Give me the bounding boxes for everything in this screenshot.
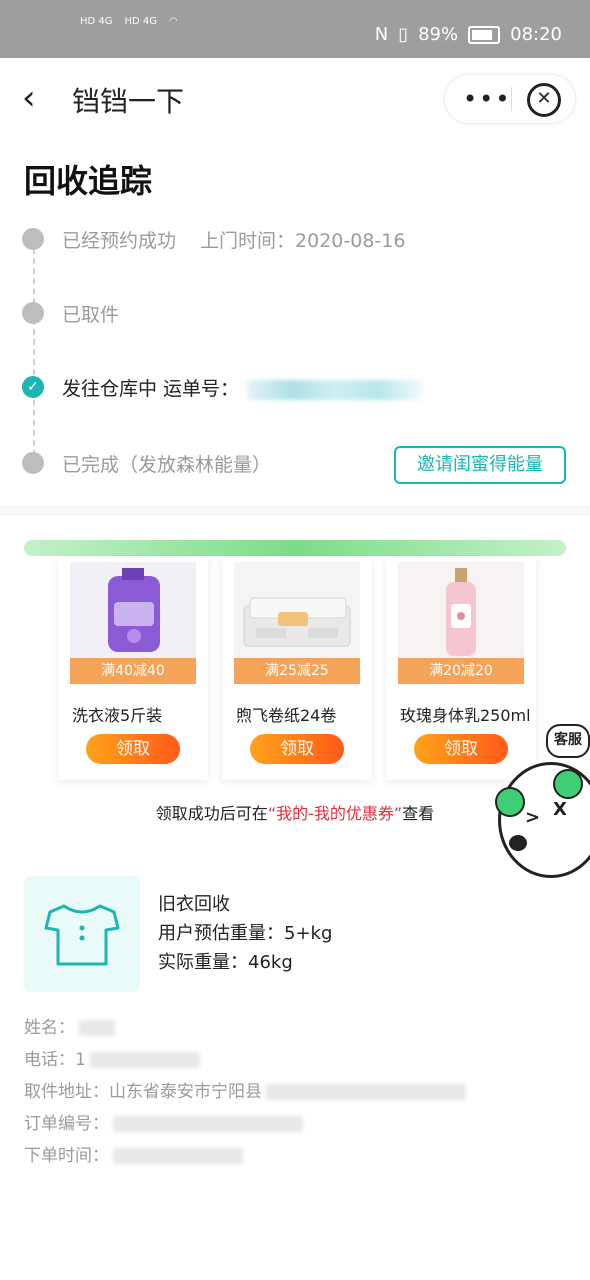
- product-image: [70, 562, 196, 662]
- tracking-timeline: 已经预约成功 上门时间：2020-08-16 已取件 ✓ 发往仓库中 运单号： 已…: [22, 220, 572, 480]
- step-dot-icon: [22, 302, 44, 324]
- order-time-redacted: [113, 1148, 243, 1164]
- discount-label: 满25减25: [234, 658, 360, 684]
- order-time-label: 下单时间：: [24, 1146, 109, 1166]
- detail-row: 订单编号：: [24, 1108, 466, 1140]
- signal-icon: HD 4G: [80, 16, 113, 27]
- timeline-step-active: ✓ 发往仓库中 运单号：: [22, 372, 572, 402]
- step-label: 已取件: [62, 304, 120, 326]
- close-icon[interactable]: ✕: [527, 83, 561, 117]
- section-divider: [0, 506, 590, 516]
- coupon-card: 满25减25 煦飞卷纸24卷 领取: [222, 558, 372, 780]
- check-icon: ✓: [22, 376, 44, 398]
- customer-service-label[interactable]: 客服: [546, 724, 590, 758]
- my-coupons-link[interactable]: “我的-我的优惠券”: [268, 804, 402, 823]
- timeline-step: 已经预约成功 上门时间：2020-08-16: [22, 224, 572, 254]
- actual-weight: 实际重量：46kg: [158, 952, 293, 973]
- status-bar: HD 4G HD 4G ◠ N ▯ 89% 08:20: [0, 0, 590, 58]
- step-dot-icon: [22, 228, 44, 250]
- mascot-icon[interactable]: > X: [495, 762, 590, 878]
- order-details: 姓名： 电话：1 取件地址：山东省泰安市宁阳县 订单编号： 下单时间：: [24, 1012, 466, 1172]
- detail-row: 下单时间：: [24, 1140, 466, 1172]
- phone-label: 电话：: [24, 1050, 75, 1070]
- product-name: 玫瑰身体乳250ml: [400, 706, 531, 725]
- signal-icon: HD 4G: [124, 16, 158, 27]
- discount-label: 满40减40: [70, 658, 196, 684]
- pickup-time: 上门时间：2020-08-16: [200, 230, 406, 252]
- item-info: 旧衣回收 用户预估重量：5+kg 实际重量：46kg: [158, 890, 332, 977]
- step-label: 发往仓库中 运单号：: [62, 378, 240, 400]
- timeline-step: 已取件: [22, 298, 572, 328]
- name-label: 姓名：: [24, 1018, 75, 1038]
- claim-button[interactable]: 领取: [86, 734, 180, 764]
- discount-label: 满20减20: [398, 658, 524, 684]
- step-label: 已经预约成功: [62, 230, 177, 252]
- clock: 08:20: [510, 24, 562, 45]
- coupon-list: 满40减40 洗衣液5斤装 领取 满25减25 煦飞卷纸24卷 领取 满20减2…: [58, 558, 538, 780]
- phone-redacted: [89, 1052, 200, 1068]
- product-name: 洗衣液5斤装: [72, 706, 163, 725]
- name-redacted: [79, 1020, 115, 1036]
- ear-icon: [553, 769, 583, 799]
- battery-percentage: 89%: [418, 24, 459, 45]
- vibrate-icon: ▯: [398, 24, 409, 45]
- item-name: 旧衣回收: [158, 894, 230, 915]
- product-name: 煦飞卷纸24卷: [236, 706, 337, 725]
- back-icon[interactable]: ‹: [22, 78, 36, 118]
- eye-icon: X: [553, 799, 567, 820]
- ear-icon: [495, 787, 525, 817]
- paw-icon: [509, 835, 527, 851]
- estimated-weight: 用户预估重量：5+kg: [158, 923, 333, 944]
- nfc-icon: N: [374, 24, 389, 45]
- mini-program-capsule: ••• ✕: [444, 74, 576, 124]
- product-image: [398, 562, 524, 662]
- address-redacted: [266, 1084, 466, 1100]
- detail-row: 姓名：: [24, 1012, 466, 1044]
- page-title: 铛铛一下: [72, 85, 185, 118]
- item-thumbnail: [24, 876, 140, 992]
- order-number-label: 订单编号：: [24, 1114, 109, 1134]
- order-number-redacted: [113, 1116, 303, 1132]
- more-icon[interactable]: •••: [463, 85, 511, 113]
- coupon-banner: [24, 540, 566, 556]
- wifi-icon: ◠: [169, 16, 178, 27]
- navigation-bar: ‹ 铛铛一下 ••• ✕: [0, 58, 590, 138]
- step-dot-icon: [22, 452, 44, 474]
- eye-icon: >: [525, 807, 541, 828]
- phone-prefix: 1: [75, 1050, 86, 1070]
- tracking-title: 回收追踪: [24, 162, 153, 200]
- address-value: 山东省泰安市宁阳县: [109, 1082, 262, 1102]
- battery-icon: [468, 25, 501, 44]
- divider: [511, 87, 512, 111]
- tshirt-icon: [44, 904, 120, 966]
- detail-row: 取件地址：山东省泰安市宁阳县: [24, 1076, 466, 1108]
- product-image: [234, 562, 360, 662]
- claim-button[interactable]: 领取: [250, 734, 344, 764]
- step-label: 已完成（发放森林能量）: [62, 454, 272, 476]
- address-label: 取件地址：: [24, 1082, 109, 1102]
- invite-friend-button[interactable]: 邀请闺蜜得能量: [394, 446, 566, 484]
- waybill-number-redacted[interactable]: [247, 379, 423, 400]
- customer-service-widget[interactable]: 客服 > X: [494, 724, 590, 894]
- detail-row: 电话：1: [24, 1044, 466, 1076]
- timeline-line: [33, 238, 35, 466]
- coupon-card: 满40减40 洗衣液5斤装 领取: [58, 558, 208, 780]
